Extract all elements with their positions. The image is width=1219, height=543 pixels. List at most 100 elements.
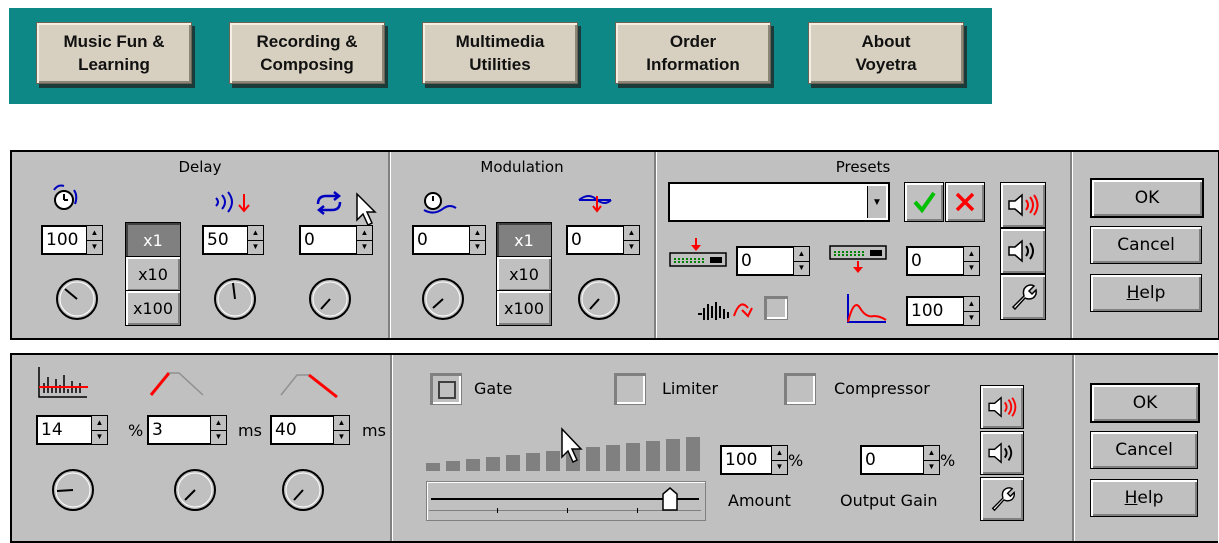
mod-rate-arrows[interactable]: ▲ ▼	[469, 225, 486, 255]
nav-multimedia-button[interactable]: Multimedia Utilities	[422, 22, 578, 84]
mod-rate-stepper[interactable]: 0 ▲ ▼	[412, 225, 486, 255]
nav-order-button[interactable]: Order Information	[615, 22, 771, 84]
output-gain-stepper[interactable]: 0 ▲ ▼	[860, 445, 940, 475]
delay-time-stepper[interactable]: 100 ▲ ▼	[41, 225, 103, 255]
up-arrow-icon[interactable]: ▲	[87, 226, 102, 241]
preview-dry-button[interactable]	[980, 431, 1024, 475]
mod-depth-stepper[interactable]: 0 ▲ ▼	[566, 225, 640, 255]
input-level-arrows[interactable]: ▲ ▼	[793, 246, 810, 276]
threshold-arrows[interactable]: ▲ ▼	[91, 415, 108, 445]
down-arrow-icon[interactable]: ▼	[924, 461, 939, 475]
attack-value[interactable]: 3	[147, 415, 210, 445]
release-stepper[interactable]: 40 ▲ ▼	[270, 415, 350, 445]
down-arrow-icon[interactable]: ▼	[248, 241, 263, 255]
accept-preset-button[interactable]	[904, 182, 944, 222]
up-arrow-icon[interactable]: ▲	[248, 226, 263, 241]
repeat-knob[interactable]	[307, 276, 353, 322]
attack-arrows[interactable]: ▲ ▼	[210, 415, 227, 445]
mix-arrows[interactable]: ▲ ▼	[963, 296, 980, 326]
feedback-value[interactable]: 50	[202, 225, 247, 255]
amount-stepper[interactable]: 100 ▲ ▼	[720, 445, 788, 475]
up-arrow-icon[interactable]: ▲	[772, 446, 787, 461]
input-level-value[interactable]: 0	[736, 246, 793, 276]
delay-multiplier-x100[interactable]: x100	[125, 290, 181, 326]
cancel-button[interactable]: Cancel	[1090, 226, 1202, 264]
repeat-stepper[interactable]: 0 ▲ ▼	[299, 225, 373, 255]
output-gain-value[interactable]: 0	[860, 445, 923, 475]
down-arrow-icon[interactable]: ▼	[794, 262, 809, 276]
down-arrow-icon[interactable]: ▼	[87, 241, 102, 255]
attack-knob[interactable]	[172, 467, 218, 513]
cancel-button[interactable]: Cancel	[1090, 431, 1198, 469]
down-arrow-icon[interactable]: ▼	[624, 241, 639, 255]
mod-rate-knob[interactable]	[420, 276, 466, 322]
output-level-value[interactable]: 0	[906, 246, 963, 276]
mod-multiplier-x1[interactable]: x1	[496, 222, 552, 258]
release-value[interactable]: 40	[270, 415, 333, 445]
up-arrow-icon[interactable]: ▲	[334, 416, 349, 431]
amount-value[interactable]: 100	[720, 445, 771, 475]
output-level-arrows[interactable]: ▲ ▼	[963, 246, 980, 276]
up-arrow-icon[interactable]: ▲	[624, 226, 639, 241]
threshold-stepper[interactable]: 14 ▲ ▼	[36, 415, 108, 445]
up-arrow-icon[interactable]: ▲	[964, 247, 979, 262]
preset-select[interactable]: ▼	[668, 182, 890, 222]
input-level-stepper[interactable]: 0 ▲ ▼	[736, 246, 810, 276]
output-gain-arrows[interactable]: ▲ ▼	[923, 445, 940, 475]
delay-time-knob[interactable]	[54, 276, 100, 322]
output-level-stepper[interactable]: 0 ▲ ▼	[906, 246, 980, 276]
preview-effect-button[interactable]	[1000, 182, 1046, 228]
amount-arrows[interactable]: ▲ ▼	[771, 445, 788, 475]
preview-dry-button[interactable]	[1000, 228, 1046, 274]
down-arrow-icon[interactable]: ▼	[357, 241, 372, 255]
settings-button[interactable]	[980, 477, 1024, 521]
attack-stepper[interactable]: 3 ▲ ▼	[147, 415, 227, 445]
feedback-stepper[interactable]: 50 ▲ ▼	[202, 225, 264, 255]
up-arrow-icon[interactable]: ▲	[470, 226, 485, 241]
ok-button[interactable]: OK	[1090, 178, 1204, 218]
compressor-checkbox[interactable]	[784, 373, 816, 405]
release-arrows[interactable]: ▲ ▼	[333, 415, 350, 445]
down-arrow-icon[interactable]: ▼	[470, 241, 485, 255]
mod-depth-value[interactable]: 0	[566, 225, 623, 255]
mod-depth-knob[interactable]	[576, 276, 622, 322]
down-arrow-icon[interactable]: ▼	[964, 312, 979, 326]
up-arrow-icon[interactable]: ▲	[794, 247, 809, 262]
amount-slider[interactable]	[426, 481, 706, 521]
nav-recording-button[interactable]: Recording & Composing	[229, 22, 385, 84]
up-arrow-icon[interactable]: ▲	[92, 416, 107, 431]
mix-stepper[interactable]: 100 ▲ ▼	[906, 296, 980, 326]
threshold-value[interactable]: 14	[36, 415, 91, 445]
mod-multiplier-x10[interactable]: x10	[496, 256, 552, 292]
nav-about-button[interactable]: About Voyetra	[808, 22, 964, 84]
help-button[interactable]: Help	[1090, 479, 1198, 517]
preview-effect-button[interactable]	[980, 385, 1024, 429]
mix-value[interactable]: 100	[906, 296, 963, 326]
slider-thumb[interactable]	[661, 486, 679, 512]
mod-depth-arrows[interactable]: ▲ ▼	[623, 225, 640, 255]
reject-preset-button[interactable]	[945, 182, 985, 222]
up-arrow-icon[interactable]: ▲	[211, 416, 226, 431]
release-knob[interactable]	[280, 467, 326, 513]
delay-time-value[interactable]: 100	[41, 225, 86, 255]
down-arrow-icon[interactable]: ▼	[964, 262, 979, 276]
up-arrow-icon[interactable]: ▲	[964, 297, 979, 312]
help-button[interactable]: Help	[1090, 274, 1202, 312]
delay-multiplier-x10[interactable]: x10	[125, 256, 181, 292]
down-arrow-icon[interactable]: ▼	[92, 431, 107, 445]
mod-rate-value[interactable]: 0	[412, 225, 469, 255]
settings-button[interactable]	[1000, 274, 1046, 320]
mod-multiplier-x100[interactable]: x100	[496, 290, 552, 326]
delay-multiplier-x1[interactable]: x1	[125, 222, 181, 258]
gate-checkbox[interactable]	[430, 373, 462, 405]
down-arrow-icon[interactable]: ▼	[211, 431, 226, 445]
ok-button[interactable]: OK	[1090, 383, 1200, 423]
up-arrow-icon[interactable]: ▲	[924, 446, 939, 461]
down-arrow-icon[interactable]: ▼	[772, 461, 787, 475]
nav-music-fun-button[interactable]: Music Fun & Learning	[36, 22, 192, 84]
repeat-arrows[interactable]: ▲ ▼	[356, 225, 373, 255]
up-arrow-icon[interactable]: ▲	[357, 226, 372, 241]
feedback-knob[interactable]	[212, 276, 258, 322]
reverse-checkbox[interactable]	[764, 296, 788, 320]
delay-time-arrows[interactable]: ▲ ▼	[86, 225, 103, 255]
